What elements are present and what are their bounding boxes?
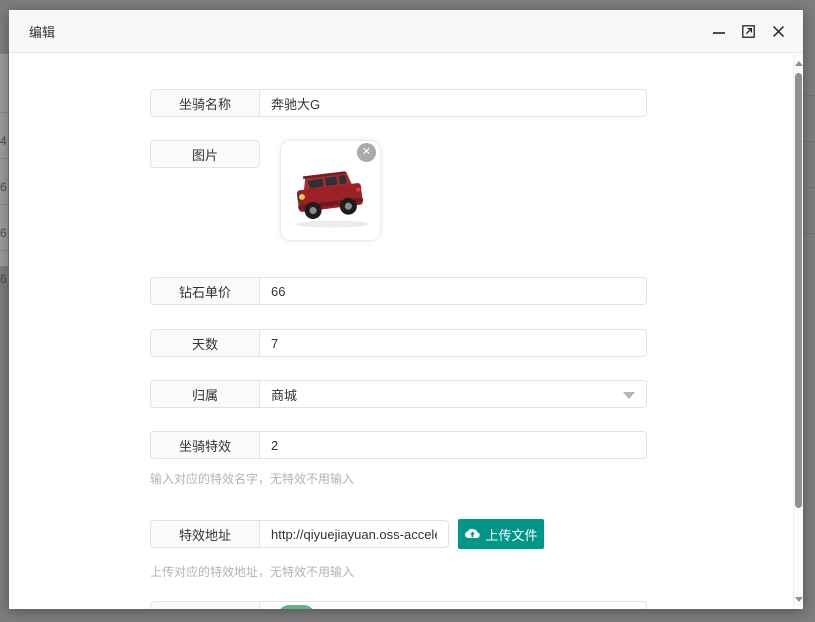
background-row-divider [0, 158, 8, 159]
toggle-switch[interactable] [278, 605, 315, 609]
background-table-number: 6 [0, 226, 8, 240]
field-next-partial [150, 601, 647, 609]
upload-file-label: 上传文件 [485, 525, 537, 544]
field-mount-name: 坐骑名称 [150, 89, 647, 117]
background-row-divider [803, 141, 815, 142]
scroll-up-icon[interactable] [795, 61, 803, 66]
dialog-title: 编辑 [29, 22, 55, 41]
field-days: 天数 [150, 329, 647, 357]
window-controls [710, 10, 787, 53]
close-icon[interactable] [770, 23, 787, 40]
field-image: 图片 [150, 140, 260, 168]
belong-label: 归属 [150, 380, 260, 408]
scrollbar-thumb[interactable] [795, 73, 802, 508]
field-mount-effect: 坐骑特效 [150, 431, 647, 459]
diamond-price-input[interactable] [259, 277, 647, 305]
days-input[interactable] [259, 329, 647, 357]
mount-effect-label: 坐骑特效 [150, 431, 260, 459]
field-effect-url: 特效地址 [150, 520, 449, 548]
background-row-divider [803, 95, 815, 96]
dialog-header: 编辑 [9, 10, 803, 53]
effect-url-hint: 上传对应的特效地址，无特效不用输入 [150, 563, 354, 580]
background-table-number: 4 [0, 134, 8, 148]
field-diamond-price: 钻石单价 [150, 277, 647, 305]
edit-dialog: 编辑 坐骑名称 图片 [9, 10, 803, 609]
cloud-upload-icon [464, 526, 480, 542]
upload-file-button[interactable]: 上传文件 [458, 519, 544, 549]
mount-effect-hint: 输入对应的特效名字，无特效不用输入 [150, 470, 354, 487]
belong-selected-value: 商城 [271, 385, 297, 404]
background-row-divider [803, 233, 815, 234]
days-label: 天数 [150, 329, 260, 357]
image-label: 图片 [150, 140, 260, 168]
chevron-down-icon [623, 392, 635, 399]
effect-url-label: 特效地址 [150, 520, 260, 548]
mount-effect-input[interactable] [259, 431, 647, 459]
background-row-divider [0, 250, 8, 251]
next-partial-label [150, 601, 260, 609]
background-table-number: 6 [0, 180, 8, 194]
scroll-down-icon[interactable] [795, 597, 803, 602]
screen: { "modal": { "title": "编辑" }, "form": { … [0, 0, 815, 622]
effect-url-input[interactable] [259, 520, 449, 548]
dialog-scrollbar[interactable] [793, 54, 803, 609]
next-partial-body [259, 601, 647, 609]
mount-name-label: 坐骑名称 [150, 89, 260, 117]
background-table-sliver: 4 6 6 6 [0, 54, 8, 266]
background-row-divider [803, 187, 815, 188]
fullscreen-icon[interactable] [740, 23, 757, 40]
background-row-divider [0, 204, 8, 205]
belong-select[interactable]: 商城 [259, 380, 647, 408]
background-row-divider [0, 112, 8, 113]
minimize-icon[interactable] [710, 23, 727, 40]
background-table-number: 6 [0, 272, 8, 286]
diamond-price-label: 钻石单价 [150, 277, 260, 305]
remove-image-icon[interactable]: ✕ [357, 143, 376, 162]
field-belong: 归属 商城 [150, 380, 647, 408]
mount-name-input[interactable] [259, 89, 647, 117]
background-right-strip [803, 0, 815, 622]
image-thumbnail: ✕ [280, 140, 381, 241]
